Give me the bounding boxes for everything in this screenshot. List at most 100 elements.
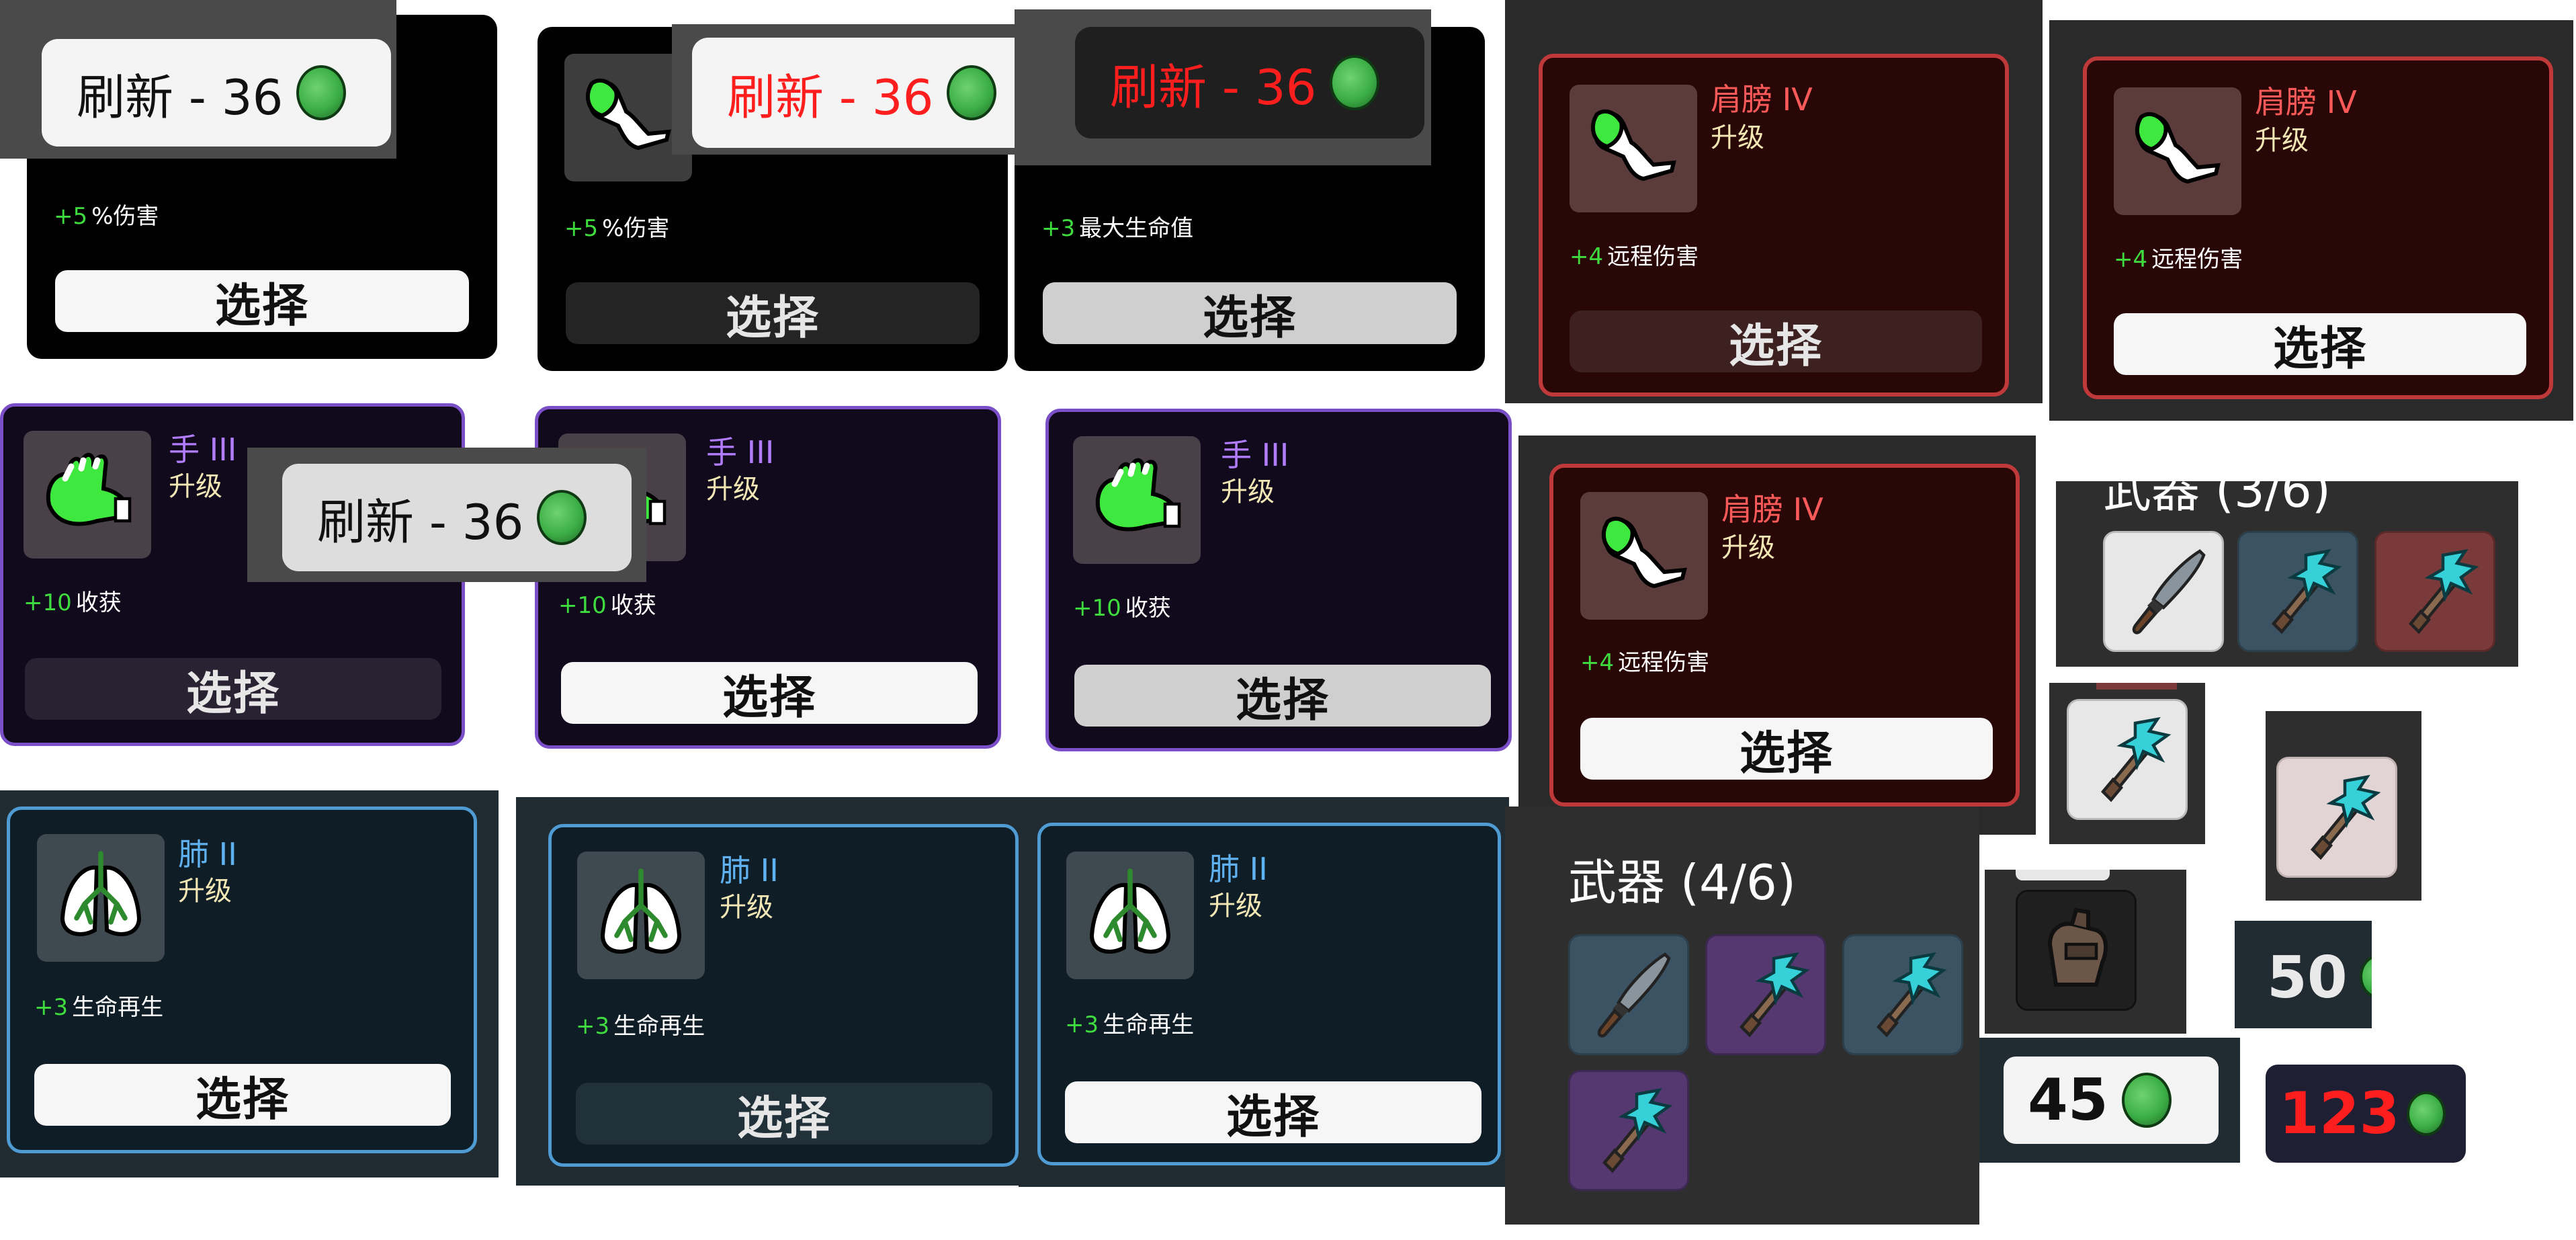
card-stat: +10 收获 (1073, 595, 1171, 622)
stat-text: 生命再生 (72, 994, 164, 1021)
select-button[interactable]: 选择 (1570, 311, 1982, 373)
refresh-button-1[interactable]: 刷新 - 36 (42, 39, 391, 147)
hatchet-icon (2077, 709, 2178, 810)
card-title: 肺 II (1209, 851, 1268, 887)
card-icon-box (37, 834, 165, 962)
card-icon-box (1580, 492, 1708, 620)
weapon-slot-hatchet-2[interactable] (2374, 531, 2495, 652)
counter-45-value: 45 (2028, 1067, 2108, 1134)
weapon-slot-hatchet-3[interactable] (1568, 1070, 1689, 1191)
arm-flex-icon (1594, 505, 1694, 606)
upgrade-card-lung-3: 肺 II 升级 +3 生命再生 选择 (1037, 823, 1501, 1165)
card-subtitle: 升级 (169, 471, 222, 502)
select-button[interactable]: 选择 (1065, 1081, 1482, 1144)
select-button[interactable]: 选择 (1043, 282, 1457, 345)
stat-value: +3 (1041, 215, 1076, 242)
weapons-panel-partial: 武器 (3/6) (2056, 481, 2518, 667)
stat-text: 最大生命值 (1079, 215, 1194, 242)
card-icon-box (577, 852, 705, 979)
card-icon-box (2114, 87, 2241, 215)
hatchet-icon (1578, 1080, 1679, 1181)
refresh-label: 刷新 - 36 (1110, 58, 1317, 116)
card-subtitle: 升级 (178, 876, 232, 907)
weapons-panel: 武器 (4/6) (1505, 807, 1979, 1225)
card-icon-box (24, 431, 151, 559)
select-button[interactable]: 选择 (1580, 718, 1993, 780)
card-icon-box (1066, 852, 1194, 979)
select-button[interactable]: 选择 (1074, 665, 1491, 727)
card-icon-box (1073, 436, 1201, 564)
lungs-icon (50, 848, 151, 948)
card-title: 手 III (706, 434, 775, 470)
card-title: 肩膀 IV (1711, 81, 1813, 118)
stat-text: 收获 (1125, 595, 1171, 622)
card-subtitle: 升级 (1721, 532, 1775, 563)
refresh-button-3[interactable]: 刷新 - 36 (1075, 27, 1424, 138)
weapon-slot-knife[interactable] (1568, 934, 1689, 1055)
stat-value: +5 (54, 203, 88, 230)
card-1-stat: +5 %伤害 (54, 203, 159, 230)
card-subtitle: 升级 (1221, 477, 1275, 507)
weapon-slot-hatchet-white[interactable] (2067, 699, 2188, 820)
refresh-button-4[interactable]: 刷新 - 36 (282, 464, 632, 571)
weapon-slot-hatchet-2[interactable] (1842, 934, 1963, 1055)
card-stat: +4 远程伤害 (2114, 246, 2243, 273)
weapons-title: 武器 (4/6) (1568, 854, 1796, 911)
glove-icon (2026, 900, 2127, 1001)
knife-icon (1578, 944, 1679, 1045)
select-button[interactable]: 选择 (25, 658, 441, 720)
stat-text: %伤害 (91, 203, 159, 230)
card-subtitle: 升级 (720, 892, 773, 923)
card-stat: +10 收获 (24, 589, 122, 616)
card-stat: +3 生命再生 (1065, 1011, 1194, 1038)
weapon-single-white-strip (2016, 870, 2110, 880)
stat-value: +3 (34, 994, 69, 1021)
material-coin-icon (947, 65, 997, 120)
stat-text: 远程伤害 (1607, 243, 1699, 270)
select-button[interactable]: 选择 (55, 270, 469, 333)
card-subtitle: 升级 (1209, 891, 1262, 921)
stat-value: +4 (2114, 246, 2148, 273)
weapon-slot-knife[interactable] (2103, 531, 2224, 652)
card-3-stat: +3 最大生命值 (1041, 215, 1193, 242)
card-2-stat: +5 %伤害 (564, 215, 669, 242)
refresh-label: 刷新 - 36 (317, 493, 524, 550)
refresh-button-2[interactable]: 刷新 - 36 (692, 38, 1041, 148)
refresh-label: 刷新 - 36 (727, 69, 934, 126)
card-title: 肺 II (178, 836, 237, 872)
stat-value: +10 (558, 592, 607, 619)
card-subtitle: 升级 (706, 474, 760, 505)
material-coin-icon (2360, 954, 2372, 999)
weapon-slot-glove[interactable] (2016, 890, 2137, 1011)
material-coin-icon (2121, 1073, 2172, 1128)
stat-text: 收获 (610, 592, 656, 619)
hand-icon (1086, 450, 1187, 550)
card-title: 手 III (169, 431, 237, 468)
hatchet-icon (2286, 767, 2387, 868)
weapon-slot-hatchet-1[interactable] (2237, 531, 2358, 652)
card-title: 肺 II (720, 852, 779, 888)
hatchet-icon (2247, 541, 2348, 642)
material-coin-icon (537, 490, 587, 545)
stat-value: +3 (576, 1013, 610, 1040)
card-stat: +10 收获 (558, 592, 656, 619)
hatchet-icon (1852, 944, 1953, 1045)
select-button[interactable]: 选择 (576, 1083, 992, 1145)
card-stat: +3 生命再生 (576, 1013, 705, 1040)
card-title: 手 III (1221, 437, 1289, 473)
upgrade-card-lung-2: 肺 II 升级 +3 生命再生 选择 (548, 824, 1019, 1167)
stat-value: +5 (564, 215, 599, 242)
counter-50-panel: 50 (2235, 921, 2372, 1028)
counter-45: 45 (2004, 1057, 2219, 1144)
weapon-slot-hatchet-1[interactable] (1705, 934, 1826, 1055)
material-coin-icon (296, 65, 347, 120)
card-stat: +4 远程伤害 (1580, 649, 1709, 676)
select-button[interactable]: 选择 (2114, 313, 2526, 376)
card-title: 肩膀 IV (1721, 491, 1823, 528)
select-button[interactable]: 选择 (561, 662, 978, 725)
stat-text: 远程伤害 (1618, 649, 1710, 676)
stat-text: %伤害 (602, 215, 670, 242)
select-button[interactable]: 选择 (34, 1064, 451, 1126)
weapon-slot-hatchet-pink[interactable] (2276, 757, 2397, 878)
select-button[interactable]: 选择 (566, 282, 980, 345)
